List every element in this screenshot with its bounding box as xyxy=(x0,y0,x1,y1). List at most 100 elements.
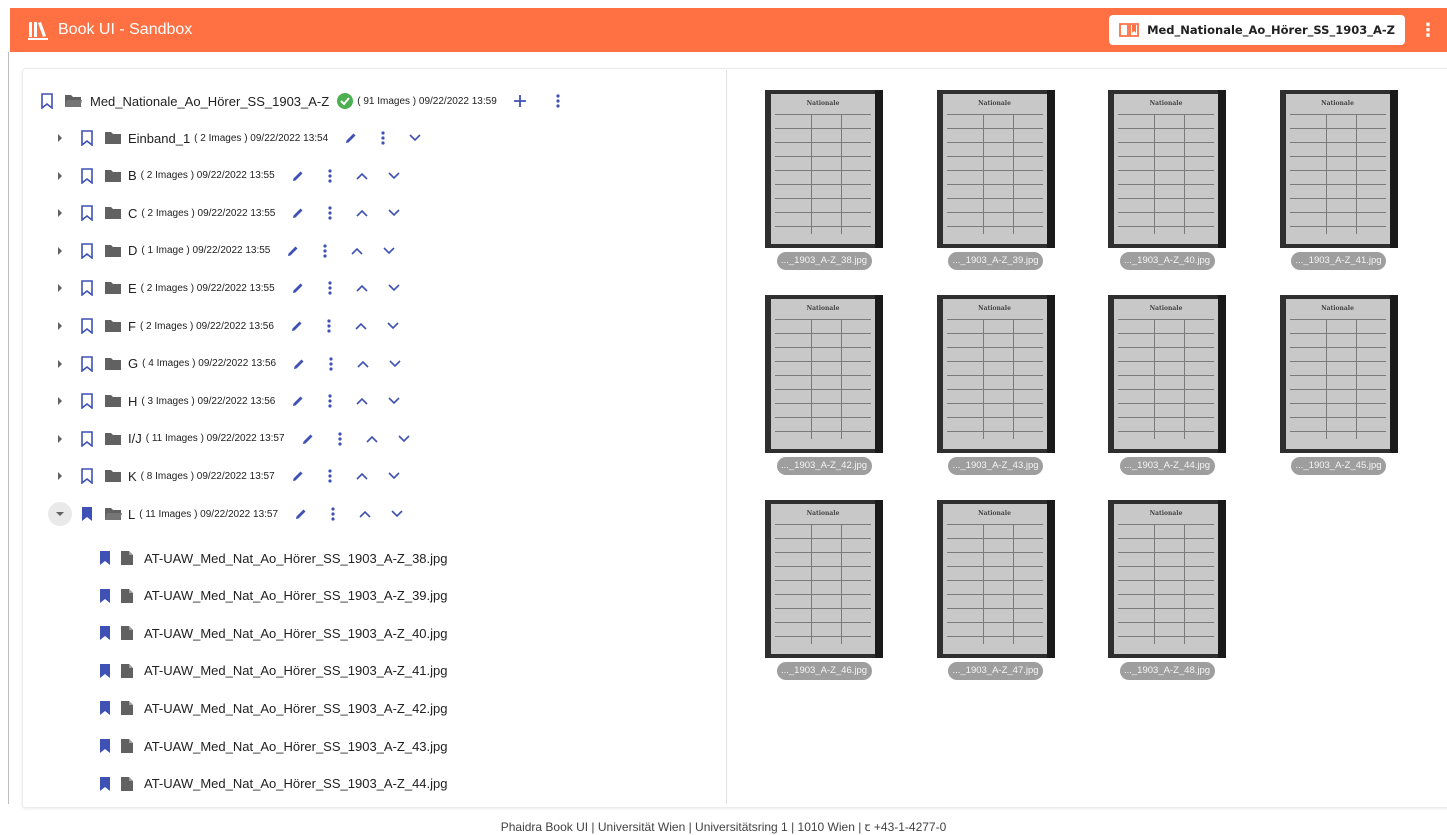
edit-icon[interactable] xyxy=(289,467,307,485)
bookmark-outline-icon[interactable] xyxy=(78,467,96,485)
move-down-icon[interactable] xyxy=(385,467,403,485)
move-down-icon[interactable] xyxy=(380,242,398,260)
tree-section-row[interactable]: G( 4 Images ) 09/22/2022 13:56 xyxy=(48,352,404,376)
thumbnail[interactable]: Nationale ..._1903_A-Z_44.jpg xyxy=(1108,295,1226,475)
edit-icon[interactable] xyxy=(284,242,302,260)
edit-icon[interactable] xyxy=(289,204,307,222)
move-up-icon[interactable] xyxy=(353,467,371,485)
edit-icon[interactable] xyxy=(289,392,307,410)
thumbnail-image[interactable]: Nationale xyxy=(936,90,1055,248)
move-down-icon[interactable] xyxy=(388,505,406,523)
bookmark-filled-icon[interactable] xyxy=(96,662,114,680)
bookmark-outline-icon[interactable] xyxy=(78,204,96,222)
add-icon[interactable] xyxy=(511,92,529,110)
tree-file-row[interactable]: AT-UAW_Med_Nat_Ao_Hörer_SS_1903_A-Z_38.j… xyxy=(96,546,448,570)
tree-root[interactable]: Med_Nationale_Ao_Hörer_SS_1903_A-Z ( 91 … xyxy=(38,89,567,113)
bookmark-outline-icon[interactable] xyxy=(78,355,96,373)
expand-arrow-right-icon[interactable] xyxy=(48,427,72,451)
thumbnail[interactable]: Nationale ..._1903_A-Z_38.jpg xyxy=(765,90,883,270)
thumbnail-image[interactable]: Nationale xyxy=(936,500,1055,658)
bookmark-filled-icon[interactable] xyxy=(78,505,96,523)
thumbnail-image[interactable]: Nationale xyxy=(1279,90,1398,248)
thumbnail-image[interactable]: Nationale xyxy=(1108,500,1226,658)
move-down-icon[interactable] xyxy=(406,129,424,147)
thumbnail[interactable]: Nationale ..._1903_A-Z_39.jpg xyxy=(936,90,1055,270)
thumbnail[interactable]: Nationale ..._1903_A-Z_43.jpg xyxy=(936,295,1055,475)
library-books-icon[interactable] xyxy=(28,20,48,40)
more-vert-icon[interactable] xyxy=(321,279,339,297)
thumbnail[interactable]: Nationale ..._1903_A-Z_40.jpg xyxy=(1108,90,1226,270)
edit-icon[interactable] xyxy=(290,355,308,373)
thumbnail[interactable]: Nationale ..._1903_A-Z_41.jpg xyxy=(1279,90,1398,270)
move-down-icon[interactable] xyxy=(385,279,403,297)
bookmark-filled-icon[interactable] xyxy=(96,624,114,642)
thumbnail-image[interactable]: Nationale xyxy=(1279,295,1398,453)
thumbnail[interactable]: Nationale ..._1903_A-Z_48.jpg xyxy=(1108,500,1226,680)
more-vert-icon[interactable] xyxy=(316,242,334,260)
expand-arrow-right-icon[interactable] xyxy=(48,314,72,338)
bookmark-filled-icon[interactable] xyxy=(96,587,114,605)
move-down-icon[interactable] xyxy=(385,204,403,222)
tree-file-row[interactable]: AT-UAW_Med_Nat_Ao_Hörer_SS_1903_A-Z_44.j… xyxy=(96,772,448,796)
tree-file-row[interactable]: AT-UAW_Med_Nat_Ao_Hörer_SS_1903_A-Z_42.j… xyxy=(96,696,448,720)
tree-file-row[interactable]: AT-UAW_Med_Nat_Ao_Hörer_SS_1903_A-Z_41.j… xyxy=(96,659,448,683)
thumbnail-image[interactable]: Nationale xyxy=(1108,90,1226,248)
move-up-icon[interactable] xyxy=(356,505,374,523)
more-vert-icon[interactable] xyxy=(321,392,339,410)
tree-file-row[interactable]: AT-UAW_Med_Nat_Ao_Hörer_SS_1903_A-Z_43.j… xyxy=(96,734,448,758)
bookmark-outline-icon[interactable] xyxy=(78,430,96,448)
tree-section-row[interactable]: H( 3 Images ) 09/22/2022 13:56 xyxy=(48,389,403,413)
bookmark-outline-icon[interactable] xyxy=(78,279,96,297)
move-up-icon[interactable] xyxy=(353,204,371,222)
move-up-icon[interactable] xyxy=(363,430,381,448)
tree-section-row[interactable]: K( 8 Images ) 09/22/2022 13:57 xyxy=(48,464,403,488)
move-up-icon[interactable] xyxy=(353,392,371,410)
tree-section-row[interactable]: L( 11 Images ) 09/22/2022 13:57 xyxy=(48,502,406,526)
thumbnail[interactable]: Nationale ..._1903_A-Z_46.jpg xyxy=(765,500,883,680)
expand-arrow-right-icon[interactable] xyxy=(48,276,72,300)
thumbnail[interactable]: Nationale ..._1903_A-Z_42.jpg xyxy=(765,295,883,475)
more-vert-icon[interactable]: ⋮ xyxy=(1419,20,1437,41)
bookmark-outline-icon[interactable] xyxy=(38,92,56,110)
expand-arrow-down-icon[interactable] xyxy=(48,502,72,526)
more-vert-icon[interactable] xyxy=(321,167,339,185)
bookmark-outline-icon[interactable] xyxy=(78,242,96,260)
more-vert-icon[interactable] xyxy=(322,355,340,373)
move-down-icon[interactable] xyxy=(395,430,413,448)
expand-arrow-right-icon[interactable] xyxy=(48,126,72,150)
move-up-icon[interactable] xyxy=(353,279,371,297)
edit-icon[interactable] xyxy=(342,129,360,147)
move-down-icon[interactable] xyxy=(385,392,403,410)
bookmark-filled-icon[interactable] xyxy=(96,737,114,755)
move-up-icon[interactable] xyxy=(352,317,370,335)
move-down-icon[interactable] xyxy=(384,317,402,335)
tree-section-row[interactable]: Einband_1( 2 Images ) 09/22/2022 13:54 xyxy=(48,126,424,150)
book-selector-button[interactable]: Med_Nationale_Ao_Hörer_SS_1903_A-Z xyxy=(1109,15,1405,45)
move-up-icon[interactable] xyxy=(348,242,366,260)
expand-arrow-right-icon[interactable] xyxy=(48,164,72,188)
expand-arrow-right-icon[interactable] xyxy=(48,464,72,488)
tree-section-row[interactable]: F( 2 Images ) 09/22/2022 13:56 xyxy=(48,314,402,338)
move-up-icon[interactable] xyxy=(353,167,371,185)
thumbnail[interactable]: Nationale ..._1903_A-Z_47.jpg xyxy=(936,500,1055,680)
tree-section-row[interactable]: D( 1 Image ) 09/22/2022 13:55 xyxy=(48,239,398,263)
more-vert-icon[interactable] xyxy=(374,129,392,147)
bookmark-outline-icon[interactable] xyxy=(78,317,96,335)
bookmark-filled-icon[interactable] xyxy=(96,775,114,793)
thumbnail-image[interactable]: Nationale xyxy=(936,295,1055,453)
bookmark-filled-icon[interactable] xyxy=(96,699,114,717)
edit-icon[interactable] xyxy=(289,167,307,185)
tree-file-row[interactable]: AT-UAW_Med_Nat_Ao_Hörer_SS_1903_A-Z_39.j… xyxy=(96,584,448,608)
thumbnail-image[interactable]: Nationale xyxy=(765,90,883,248)
move-up-icon[interactable] xyxy=(354,355,372,373)
more-vert-icon[interactable] xyxy=(321,204,339,222)
bookmark-filled-icon[interactable] xyxy=(96,549,114,567)
thumbnail-image[interactable]: Nationale xyxy=(765,295,883,453)
tree-section-row[interactable]: B( 2 Images ) 09/22/2022 13:55 xyxy=(48,164,403,188)
thumbnail[interactable]: Nationale ..._1903_A-Z_45.jpg xyxy=(1279,295,1398,475)
bookmark-outline-icon[interactable] xyxy=(78,167,96,185)
bookmark-outline-icon[interactable] xyxy=(78,129,96,147)
expand-arrow-right-icon[interactable] xyxy=(48,201,72,225)
edit-icon[interactable] xyxy=(289,279,307,297)
expand-arrow-right-icon[interactable] xyxy=(48,239,72,263)
